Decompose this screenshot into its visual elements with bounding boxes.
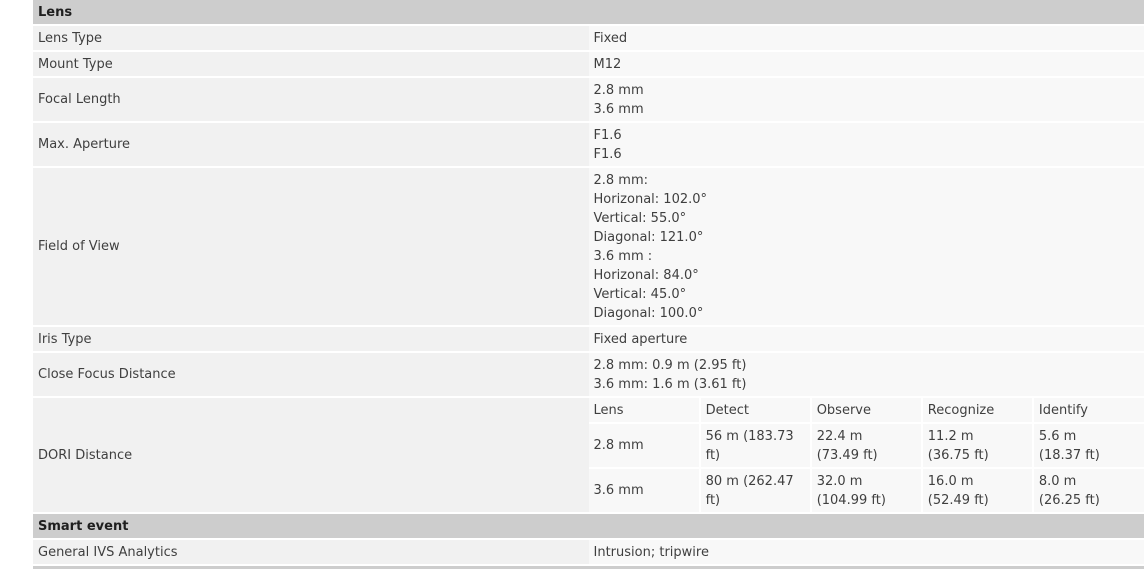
aperture-line: F1.6	[593, 146, 622, 162]
section-title-lens: Lens	[33, 0, 1144, 26]
dori-identify: 8.0 m (26.25 ft)	[1032, 468, 1144, 512]
dori-identify-line: (18.37 ft)	[1038, 447, 1100, 463]
value-close-focus: 2.8 mm: 0.9 m (2.95 ft) 3.6 mm: 1.6 m (3…	[588, 352, 1144, 398]
label-max-aperture: Max. Aperture	[33, 122, 589, 168]
focal-length-line: 3.6 mm	[593, 101, 644, 117]
dori-table: Lens Detect Observe Recognize Identify 2…	[588, 398, 1144, 512]
label-close-focus: Close Focus Distance	[33, 352, 589, 398]
dori-observe: 22.4 m (73.49 ft)	[810, 423, 923, 469]
dori-identify-line: 8.0 m	[1038, 473, 1077, 489]
bottom-divider	[33, 566, 1144, 569]
close-focus-line: 3.6 mm: 1.6 m (3.61 ft)	[593, 376, 747, 392]
fov-line: Vertical: 55.0°	[593, 210, 687, 226]
value-mount-type: M12	[588, 51, 1144, 78]
section-title-smart-event: Smart event	[33, 513, 1144, 540]
dori-recognize: 16.0 m (52.49 ft)	[921, 468, 1034, 512]
dori-recognize-line: (52.49 ft)	[927, 492, 989, 508]
label-focal-length: Focal Length	[33, 77, 589, 123]
value-field-of-view: 2.8 mm: Horizonal: 102.0° Vertical: 55.0…	[588, 167, 1144, 327]
fov-line: Horizonal: 84.0°	[593, 267, 699, 283]
dori-observe-line: (73.49 ft)	[816, 447, 878, 463]
dori-table-cell: Lens Detect Observe Recognize Identify 2…	[588, 397, 1144, 514]
dori-header-lens: Lens	[588, 398, 701, 424]
label-field-of-view: Field of View	[33, 167, 589, 327]
dori-header-detect: Detect	[699, 398, 812, 424]
row-mount-type: Mount Type M12	[33, 51, 1144, 78]
label-mount-type: Mount Type	[33, 51, 589, 78]
dori-header-observe: Observe	[810, 398, 923, 424]
dori-row: 3.6 mm 80 m (262.47 ft) 32.0 m (104.99 f…	[588, 468, 1144, 512]
dori-identify-line: 5.6 m	[1038, 428, 1077, 444]
fov-line: Diagonal: 100.0°	[593, 305, 704, 321]
dori-observe: 32.0 m (104.99 ft)	[810, 468, 923, 512]
dori-recognize: 11.2 m (36.75 ft)	[921, 423, 1034, 469]
label-general-ivs: General IVS Analytics	[33, 539, 589, 566]
row-max-aperture: Max. Aperture F1.6 F1.6	[33, 122, 1144, 168]
dori-header-identify: Identify	[1032, 398, 1144, 424]
row-field-of-view: Field of View 2.8 mm: Horizonal: 102.0° …	[33, 167, 1144, 327]
spec-table: Lens Lens Type Fixed Mount Type M12 Foca…	[33, 0, 1144, 566]
section-header-lens: Lens	[33, 0, 1144, 26]
fov-line: Diagonal: 121.0°	[593, 229, 704, 245]
row-close-focus: Close Focus Distance 2.8 mm: 0.9 m (2.95…	[33, 352, 1144, 398]
row-dori-distance: DORI Distance Lens Detect Observe Recogn…	[33, 397, 1144, 514]
focal-length-line: 2.8 mm	[593, 82, 644, 98]
dori-recognize-line: 16.0 m	[927, 473, 974, 489]
dori-recognize-line: (36.75 ft)	[927, 447, 989, 463]
row-general-ivs: General IVS Analytics Intrusion; tripwir…	[33, 539, 1144, 566]
value-general-ivs: Intrusion; tripwire	[588, 539, 1144, 566]
label-iris-type: Iris Type	[33, 326, 589, 353]
label-lens-type: Lens Type	[33, 25, 589, 52]
dori-lens: 3.6 mm	[588, 468, 701, 512]
row-focal-length: Focal Length 2.8 mm 3.6 mm	[33, 77, 1144, 123]
value-lens-type: Fixed	[588, 25, 1144, 52]
dori-header-row: Lens Detect Observe Recognize Identify	[588, 398, 1144, 424]
spec-sheet: Lens Lens Type Fixed Mount Type M12 Foca…	[33, 0, 1144, 566]
value-max-aperture: F1.6 F1.6	[588, 122, 1144, 168]
dori-detect: 80 m (262.47 ft)	[699, 468, 812, 512]
fov-line: Vertical: 45.0°	[593, 286, 687, 302]
dori-observe-line: 22.4 m	[816, 428, 863, 444]
row-iris-type: Iris Type Fixed aperture	[33, 326, 1144, 353]
label-dori-distance: DORI Distance	[33, 397, 589, 514]
value-focal-length: 2.8 mm 3.6 mm	[588, 77, 1144, 123]
dori-lens: 2.8 mm	[588, 423, 701, 469]
dori-recognize-line: 11.2 m	[927, 428, 974, 444]
close-focus-line: 2.8 mm: 0.9 m (2.95 ft)	[593, 357, 747, 373]
fov-line: 3.6 mm :	[593, 248, 653, 264]
dori-detect: 56 m (183.73 ft)	[699, 423, 812, 469]
value-iris-type: Fixed aperture	[588, 326, 1144, 353]
row-lens-type: Lens Type Fixed	[33, 25, 1144, 52]
fov-line: 2.8 mm:	[593, 172, 649, 188]
dori-identify-line: (26.25 ft)	[1038, 492, 1100, 508]
dori-header-recognize: Recognize	[921, 398, 1034, 424]
dori-row: 2.8 mm 56 m (183.73 ft) 22.4 m (73.49 ft…	[588, 423, 1144, 469]
section-header-smart-event: Smart event	[33, 513, 1144, 540]
dori-identify: 5.6 m (18.37 ft)	[1032, 423, 1144, 469]
fov-line: Horizonal: 102.0°	[593, 191, 708, 207]
aperture-line: F1.6	[593, 127, 622, 143]
